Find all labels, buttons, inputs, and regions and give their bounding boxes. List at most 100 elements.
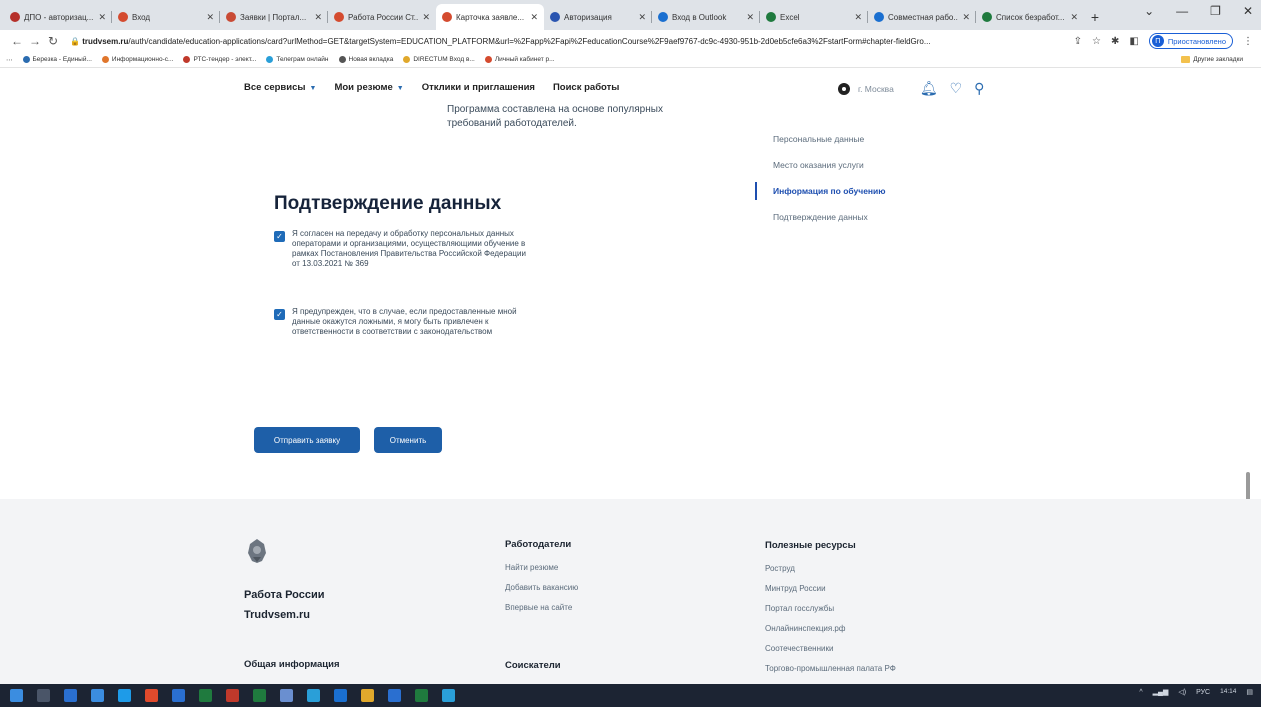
taskbar-app-icon[interactable] bbox=[415, 689, 428, 702]
footer-link-onlineinspection[interactable]: Онлайнинспекция.рф bbox=[765, 624, 845, 633]
tab-close-icon[interactable]: ✕ bbox=[98, 12, 106, 23]
other-bookmarks[interactable]: Другие закладки bbox=[1181, 56, 1243, 63]
new-tab-plus-icon[interactable]: + bbox=[1084, 4, 1106, 30]
accessibility-eye-icon[interactable] bbox=[838, 82, 850, 95]
taskbar-app-icon[interactable] bbox=[64, 689, 77, 702]
bookmark-item[interactable]: Телеграм онлайн bbox=[266, 56, 329, 63]
browser-menu-icon[interactable]: ⋮ bbox=[1243, 36, 1253, 47]
nav-my-resumes[interactable]: Мои резюме ▼ bbox=[334, 82, 403, 93]
apps-grid-icon[interactable]: ⋯ bbox=[6, 56, 13, 64]
bookmark-label: Березка - Единый... bbox=[32, 56, 92, 63]
tab-close-icon[interactable]: ✕ bbox=[854, 12, 862, 23]
footer-link-add-vacancy[interactable]: Добавить вакансию bbox=[505, 583, 578, 592]
network-icon[interactable]: ▂▄▆ bbox=[1153, 688, 1169, 696]
tray-chevron-icon[interactable]: ^ bbox=[1139, 689, 1142, 696]
taskbar-app-icon[interactable] bbox=[442, 689, 455, 702]
tab-close-icon[interactable]: ✕ bbox=[314, 12, 322, 23]
clock[interactable]: 14:14 bbox=[1220, 688, 1236, 696]
taskbar-app-icon[interactable] bbox=[145, 689, 158, 702]
browser-tab[interactable]: Вход в Outlook ✕ bbox=[652, 4, 760, 30]
tab-close-icon[interactable]: ✕ bbox=[206, 12, 214, 23]
tab-close-icon[interactable]: ✕ bbox=[422, 12, 430, 23]
reload-icon[interactable]: ↻ bbox=[44, 34, 62, 48]
windows-taskbar: ^ ▂▄▆ ◁) РУС 14:14 ▤ bbox=[0, 684, 1261, 707]
browser-tab[interactable]: Работа России Ст... ✕ bbox=[328, 4, 436, 30]
bookmark-item[interactable]: Березка - Единый... bbox=[22, 56, 92, 63]
browser-tab[interactable]: Список безработ... ✕ bbox=[976, 4, 1084, 30]
footer-link-first-time[interactable]: Впервые на сайте bbox=[505, 603, 572, 612]
bell-icon[interactable]: 🔔︎ bbox=[920, 80, 938, 97]
bookmark-item[interactable]: Новая вкладка bbox=[338, 56, 393, 63]
browser-tab[interactable]: Совместная рабо... ✕ bbox=[868, 4, 976, 30]
consent-checkbox-checkmark-icon[interactable]: ✓ bbox=[274, 231, 285, 242]
profile-button[interactable]: П Приостановлено bbox=[1148, 33, 1233, 49]
footer-link-rostrud[interactable]: Роструд bbox=[765, 564, 795, 573]
search-icon[interactable] bbox=[37, 689, 50, 702]
footer-link-find-resume[interactable]: Найти резюме bbox=[505, 563, 558, 572]
tab-favicon-icon bbox=[226, 12, 236, 22]
city-selector[interactable]: г. Москва bbox=[858, 84, 894, 94]
url-field[interactable]: 🔒 trudvsem.ru/auth/candidate/education-a… bbox=[70, 37, 1066, 46]
keyboard-language[interactable]: РУС bbox=[1196, 689, 1210, 696]
taskbar-app-icon[interactable] bbox=[172, 689, 185, 702]
nav-all-services[interactable]: Все сервисы ▼ bbox=[244, 82, 316, 93]
bookmark-item[interactable]: РТС-тендер - элект... bbox=[183, 56, 256, 63]
browser-tab[interactable]: Excel ✕ bbox=[760, 4, 868, 30]
bookmark-item[interactable]: Информационно-с... bbox=[101, 56, 173, 63]
taskbar-app-icon[interactable] bbox=[199, 689, 212, 702]
browser-tab[interactable]: Вход ✕ bbox=[112, 4, 220, 30]
warning-text: Я предупрежден, что в случае, если предо… bbox=[292, 307, 517, 336]
forward-arrow-icon[interactable]: → bbox=[26, 34, 44, 48]
tab-close-icon[interactable]: ✕ bbox=[962, 12, 970, 23]
side-menu-personal-data[interactable]: Персональные данные bbox=[755, 130, 955, 156]
taskbar-app-icon[interactable] bbox=[226, 689, 239, 702]
back-arrow-icon[interactable]: ← bbox=[8, 34, 26, 48]
browser-tab-active[interactable]: Карточка заявле... ✕ bbox=[436, 4, 544, 30]
footer-link-chamber-of-commerce[interactable]: Торгово-промышленная палата РФ bbox=[765, 664, 896, 673]
taskbar-app-icon[interactable] bbox=[388, 689, 401, 702]
taskbar-app-icon[interactable] bbox=[91, 689, 104, 702]
taskbar-app-icon[interactable] bbox=[334, 689, 347, 702]
taskbar-app-icon[interactable] bbox=[307, 689, 320, 702]
taskbar-app-icon[interactable] bbox=[361, 689, 374, 702]
tab-close-icon[interactable]: ✕ bbox=[746, 12, 754, 23]
cancel-button[interactable]: Отменить bbox=[374, 427, 442, 453]
user-icon[interactable]: ⚲ bbox=[974, 80, 984, 97]
tab-close-icon[interactable]: ✕ bbox=[638, 12, 646, 23]
taskbar-app-icon[interactable] bbox=[118, 689, 131, 702]
volume-icon[interactable]: ◁) bbox=[1178, 688, 1186, 696]
side-menu-training-info[interactable]: Информация по обучению bbox=[755, 182, 955, 208]
close-window-icon[interactable]: ✕ bbox=[1243, 4, 1253, 18]
footer-link-compatriots[interactable]: Соотечественники bbox=[765, 644, 833, 653]
submit-application-button[interactable]: Отправить заявку bbox=[254, 427, 360, 453]
heart-icon[interactable]: ♡ bbox=[950, 80, 963, 97]
nav-job-search[interactable]: Поиск работы bbox=[553, 82, 619, 93]
nav-responses-invitations[interactable]: Отклики и приглашения bbox=[422, 82, 535, 93]
minimize-icon[interactable]: — bbox=[1176, 4, 1188, 18]
taskbar-app-icon[interactable] bbox=[253, 689, 266, 702]
taskbar-app-icon[interactable] bbox=[280, 689, 293, 702]
tab-close-icon[interactable]: ✕ bbox=[530, 12, 538, 23]
extensions-puzzle-icon[interactable]: ✱ bbox=[1111, 36, 1119, 47]
restore-icon[interactable]: ❐ bbox=[1210, 4, 1221, 18]
bookmark-star-icon[interactable]: ☆ bbox=[1092, 36, 1101, 47]
share-icon[interactable]: ⇪ bbox=[1074, 36, 1082, 47]
bookmark-item[interactable]: Личный кабинет р... bbox=[484, 56, 555, 63]
side-menu-data-confirmation[interactable]: Подтверждение данных bbox=[755, 208, 955, 234]
windows-start-icon[interactable] bbox=[10, 689, 23, 702]
tab-close-icon[interactable]: ✕ bbox=[1070, 12, 1078, 23]
footer-resources-heading: Полезные ресурсы bbox=[765, 540, 856, 551]
footer-link-gossluzhba[interactable]: Портал госслужбы bbox=[765, 604, 834, 613]
warning-checkbox-checkmark-icon[interactable]: ✓ bbox=[274, 309, 285, 320]
bookmark-item[interactable]: DIRECTUM Вход в... bbox=[403, 56, 475, 63]
browser-tab[interactable]: Заявки | Портал... ✕ bbox=[220, 4, 328, 30]
side-menu-service-location[interactable]: Место оказания услуги bbox=[755, 156, 955, 182]
browser-tab[interactable]: Авторизация ✕ bbox=[544, 4, 652, 30]
footer-link-mintrud[interactable]: Минтруд России bbox=[765, 584, 826, 593]
sidepanel-icon[interactable]: ◧ bbox=[1129, 36, 1138, 47]
avatar: П bbox=[1151, 35, 1164, 47]
notifications-icon[interactable]: ▤ bbox=[1246, 688, 1253, 696]
bookmark-favicon-icon bbox=[484, 56, 492, 63]
browser-tab[interactable]: ДПО - авторизац... ✕ bbox=[4, 4, 112, 30]
tab-search-chevron-icon[interactable]: ⌄ bbox=[1144, 4, 1154, 18]
